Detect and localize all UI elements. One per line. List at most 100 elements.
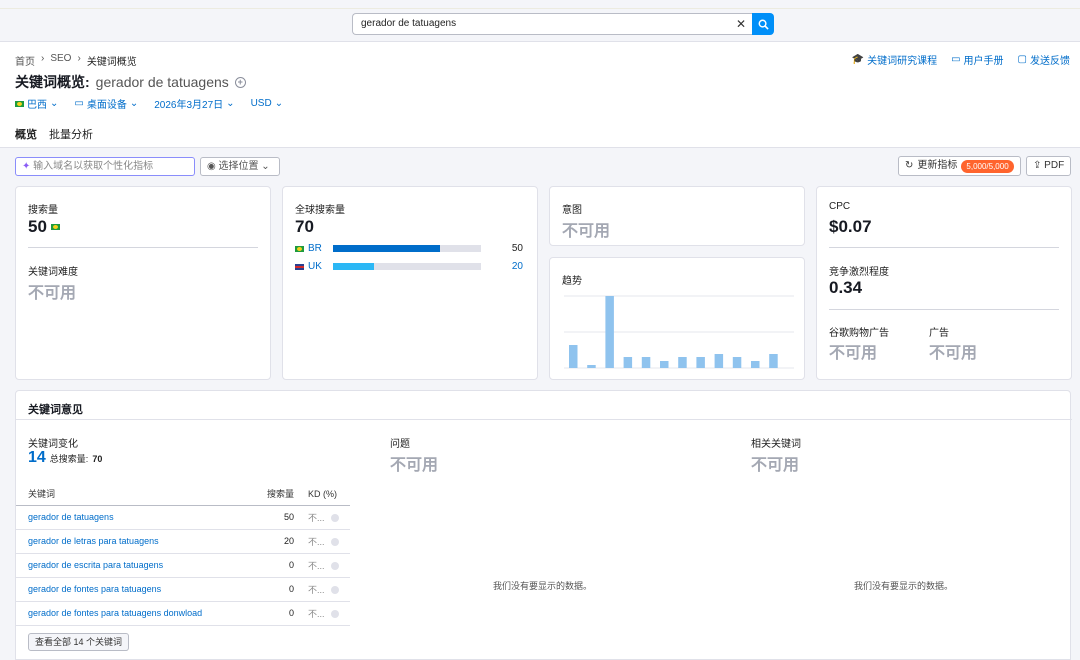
update-metrics-label: 更新指标: [917, 160, 958, 171]
location-select-label: 选择位置: [218, 161, 259, 172]
currency-filter[interactable]: USD ⌄: [251, 96, 284, 111]
variations-count[interactable]: 14: [28, 449, 46, 467]
questions-empty-message: 我们没有要显示的数据。: [493, 581, 593, 591]
country-filter[interactable]: 巴西 ⌄: [15, 96, 58, 111]
volume-value: 50: [28, 217, 47, 236]
top-divider: [0, 8, 1080, 9]
country-filter-label: 巴西: [27, 100, 47, 111]
column-header-volume[interactable]: 搜索量: [257, 483, 301, 506]
keyword-kd-cell: 不...: [300, 601, 350, 626]
brazil-flag-icon: [50, 224, 60, 230]
volume-card: 搜索量 50 关键词难度 不可用: [15, 186, 271, 380]
country-bar-fill: [333, 263, 375, 270]
graduation-cap-icon: 🎓: [851, 54, 865, 65]
volume-label: 搜索量: [28, 205, 58, 216]
keyword-link[interactable]: gerador de escrita para tatuagens: [16, 553, 258, 578]
variations-summary: 14 总搜索量: 70: [28, 449, 102, 467]
pdf-button[interactable]: ⇪ PDF: [1026, 156, 1071, 176]
date-filter-label: 2026年3月27日: [154, 100, 224, 111]
domain-input-placeholder: 输入域名以获取个性化指标: [33, 161, 154, 172]
kd-value: 不可用: [28, 285, 77, 302]
keyword-volume: 0: [257, 601, 301, 626]
course-link[interactable]: 🎓 关键词研究课程: [852, 52, 937, 67]
keyword-link[interactable]: gerador de letras para tatuagens: [16, 529, 258, 554]
questions-value: 不可用: [390, 457, 439, 474]
book-icon: ▭: [951, 54, 961, 65]
country-bar-fill: [333, 245, 440, 252]
trend-bar[interactable]: [605, 296, 614, 368]
divider: [829, 247, 1059, 248]
filter-bar: 巴西 ⌄ ▭ 桌面设备 ⌄ 2026年3月27日 ⌄ USD ⌄: [15, 96, 283, 111]
questions-label: 问题: [390, 439, 410, 450]
trend-bar[interactable]: [587, 365, 596, 368]
trend-bar[interactable]: [569, 345, 578, 368]
keyword-ideas-title: 关键词意见: [28, 404, 83, 416]
trend-bar[interactable]: [623, 357, 633, 368]
update-metrics-button[interactable]: ↻ 更新指标 5,000/5,000: [898, 156, 1021, 176]
breadcrumb-seo[interactable]: SEO: [50, 53, 71, 68]
currency-filter-label: USD: [250, 98, 272, 109]
page-title-keyword: gerador de tatuagens: [95, 74, 229, 90]
breadcrumb-separator-icon: ›: [77, 53, 81, 64]
clear-icon[interactable]: ✕: [736, 14, 746, 34]
chevron-down-icon: ⌄: [261, 161, 270, 172]
date-filter[interactable]: 2026年3月27日 ⌄: [154, 96, 234, 111]
trend-bar[interactable]: [732, 357, 742, 368]
manual-link[interactable]: ▭ 用户手册: [951, 52, 1003, 67]
add-icon[interactable]: +: [234, 76, 246, 88]
ads-value: 不可用: [929, 345, 978, 362]
variations-total: 70: [92, 454, 103, 464]
keyword-link[interactable]: gerador de fontes para tatuagens: [16, 577, 258, 602]
trend-bar[interactable]: [660, 361, 669, 368]
table-row: gerador de tatuagens 50 不...: [16, 505, 350, 530]
trend-bar[interactable]: [714, 354, 724, 368]
kd-dot-icon: [330, 586, 339, 595]
country-uk[interactable]: UK: [295, 261, 322, 272]
country-code: BR: [308, 243, 322, 254]
search-input[interactable]: gerador de tatuagens ✕: [352, 13, 752, 35]
country-br[interactable]: BR: [295, 243, 322, 254]
search-button[interactable]: [752, 13, 774, 35]
keyword-volume: 20: [257, 529, 301, 554]
trend-bar[interactable]: [641, 357, 651, 368]
country-value: 20: [511, 261, 523, 272]
keyword-link[interactable]: gerador de fontes para tatuagens donwloa…: [16, 601, 258, 626]
keyword-volume: 50: [257, 505, 301, 530]
keyword-kd-cell: 不...: [300, 553, 350, 578]
global-volume-card: 全球搜索量 70 BR 50 UK 20: [282, 186, 538, 380]
cpc-card: CPC $0.07 竞争激烈程度 0.34 谷歌购物广告 不可用 广告 不可用: [816, 186, 1072, 380]
keyword-kd: 不...: [308, 608, 325, 619]
kd-dot-icon: [330, 562, 339, 571]
intent-card: 意图 不可用: [549, 186, 805, 246]
feedback-link-label: 发送反馈: [1030, 56, 1070, 67]
competition-label: 竞争激烈程度: [829, 267, 889, 278]
trend-bar[interactable]: [769, 354, 778, 368]
keyword-kd: 不...: [308, 584, 325, 595]
feedback-link[interactable]: ▢ 发送反馈: [1018, 52, 1070, 67]
keyword-link[interactable]: gerador de tatuagens: [16, 505, 258, 530]
trend-bar[interactable]: [678, 357, 687, 368]
column-header-kd[interactable]: KD (%): [300, 483, 350, 506]
keyword-kd: 不...: [308, 512, 325, 523]
keyword-kd-cell: 不...: [300, 529, 350, 554]
country-bar-br: [333, 245, 481, 252]
keyword-ideas-section: 关键词意见 关键词变化 14 总搜索量: 70 关键词 搜索量 KD (%) g…: [15, 390, 1072, 660]
variations-label: 关键词变化: [28, 439, 78, 450]
kd-dot-icon: [330, 538, 339, 547]
sparkle-icon: ✦: [22, 161, 31, 172]
domain-input[interactable]: ✦ 输入域名以获取个性化指标: [15, 157, 195, 176]
view-all-keywords-button[interactable]: 查看全部 14 个关键词: [28, 633, 130, 651]
table-header-row: 关键词 搜索量 KD (%): [16, 483, 350, 506]
kd-dot-icon: [330, 610, 339, 619]
chevron-down-icon: ⌄: [226, 98, 235, 109]
breadcrumb-separator-icon: ›: [41, 53, 45, 64]
breadcrumb-home[interactable]: 首页: [15, 53, 35, 68]
device-filter[interactable]: ▭ 桌面设备 ⌄: [74, 96, 138, 111]
main-content: 首页 › SEO › 关键词概览 🎓 关键词研究课程 ▭ 用户手册 ▢ 发送反馈 关键词概…: [0, 42, 1080, 660]
column-header-keyword[interactable]: 关键词: [16, 483, 258, 506]
search-icon: [758, 19, 769, 30]
location-select[interactable]: ◉ 选择位置 ⌄: [200, 157, 280, 176]
cpc-value: $0.07: [829, 217, 872, 236]
trend-bar[interactable]: [696, 357, 705, 368]
trend-bar[interactable]: [751, 361, 760, 368]
